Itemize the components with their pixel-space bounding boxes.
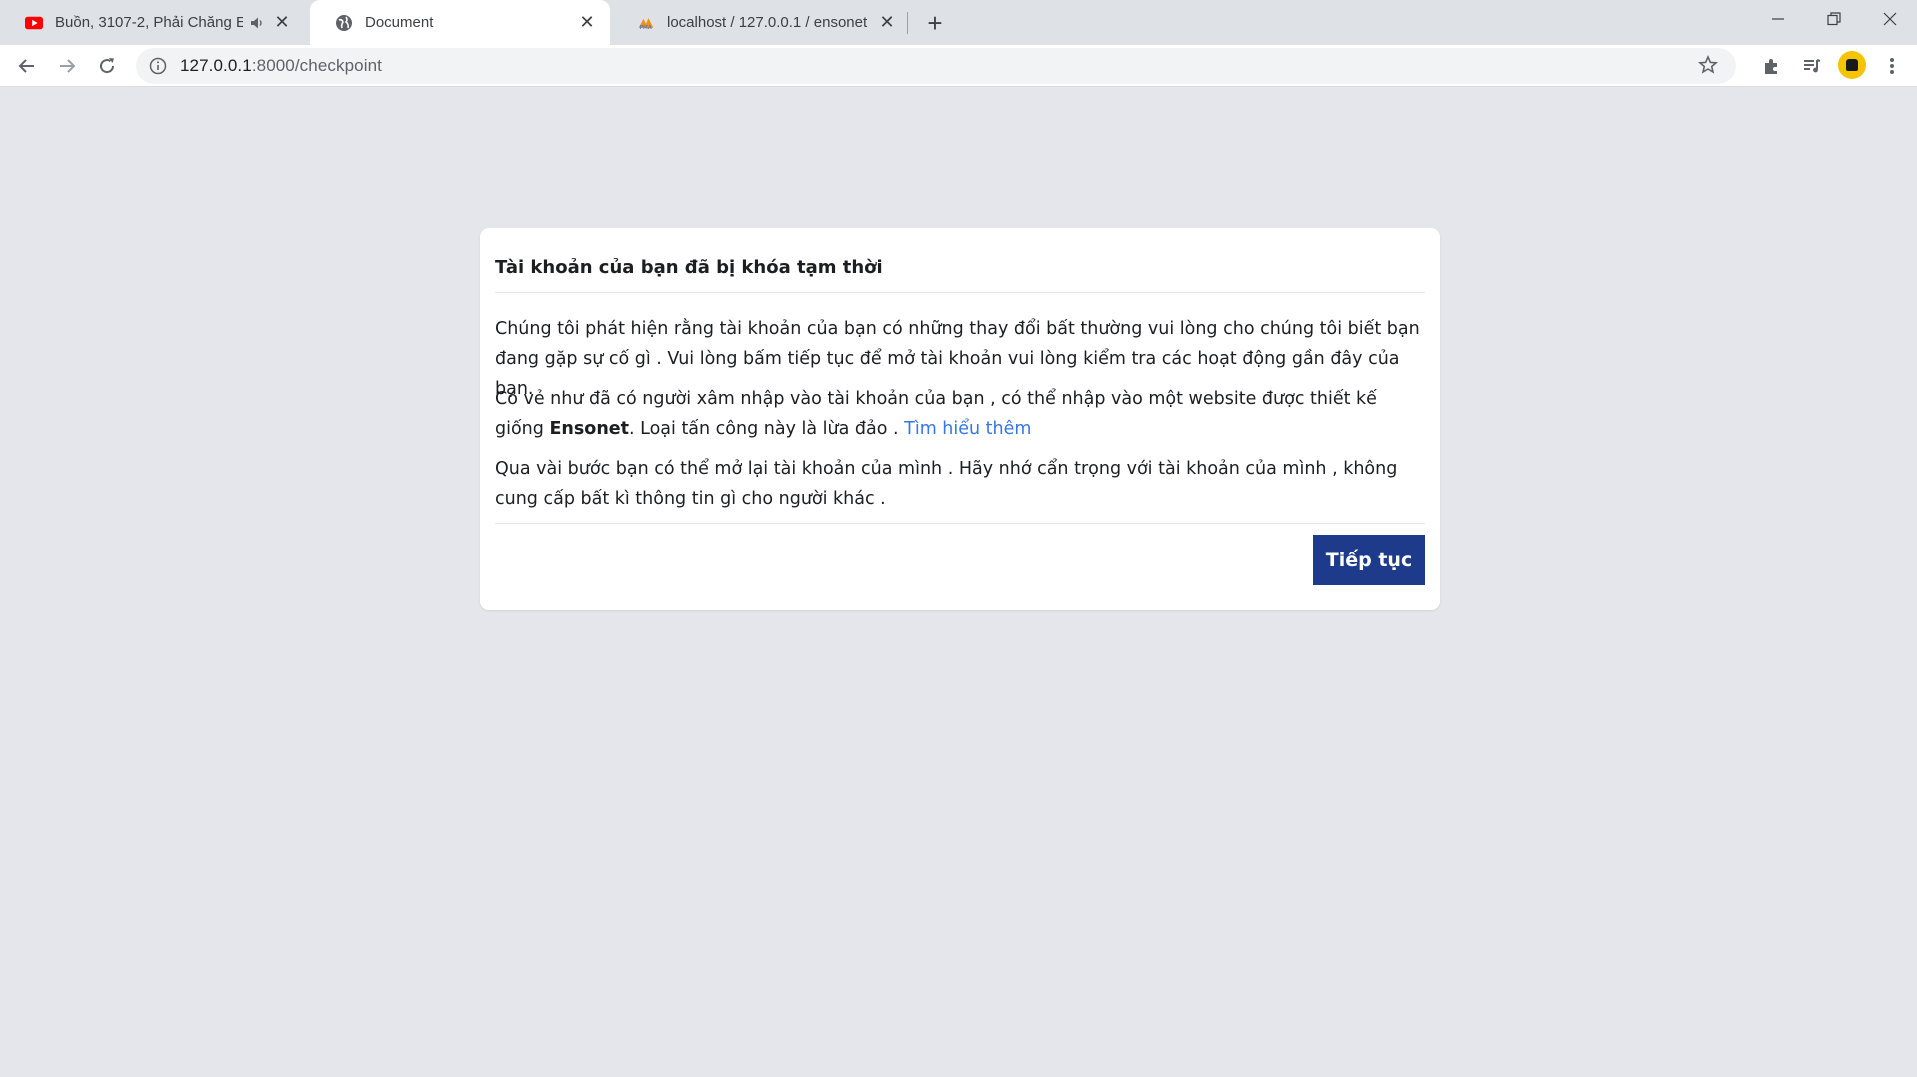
profile-avatar[interactable] <box>1838 51 1866 79</box>
close-icon[interactable]: ✕ <box>876 12 898 34</box>
forward-icon[interactable] <box>51 50 83 82</box>
card-title: Tài khoản của bạn đã bị khóa tạm thời <box>495 257 883 278</box>
checkpoint-card: Tài khoản của bạn đã bị khóa tạm thời Ch… <box>480 228 1440 610</box>
back-icon[interactable] <box>11 50 43 82</box>
tab-divider <box>907 12 908 34</box>
restore-icon[interactable] <box>1806 0 1862 38</box>
globe-icon <box>335 14 353 32</box>
address-bar[interactable]: 127.0.0.1:8000/checkpoint <box>136 48 1736 84</box>
continue-button[interactable]: Tiếp tục <box>1313 535 1425 585</box>
paragraph-recovery-advice: Qua vài bước bạn có thể mở lại tài khoản… <box>495 459 1398 509</box>
youtube-icon <box>25 14 43 32</box>
close-icon[interactable]: ✕ <box>271 12 293 34</box>
footer-divider <box>495 523 1425 524</box>
media-queue-icon[interactable] <box>1796 50 1828 82</box>
browser-toolbar: 127.0.0.1:8000/checkpoint <box>0 45 1917 87</box>
url-host: 127.0.0.1 <box>180 56 252 75</box>
reload-icon[interactable] <box>91 50 123 82</box>
tab-youtube[interactable]: Buồn, 3107-2, Phải Chăng Em ✕ <box>0 0 305 45</box>
minimize-icon[interactable] <box>1750 0 1806 38</box>
url-text[interactable]: 127.0.0.1:8000/checkpoint <box>180 56 382 76</box>
paragraph-phishing-warning: Có vẻ như đã có người xâm nhập vào tài k… <box>495 384 1430 444</box>
tab-phpmyadmin[interactable]: PMA localhost / 127.0.0.1 / ensonet / t … <box>612 0 910 45</box>
tab-title: Document <box>365 14 434 31</box>
tab-title: Buồn, 3107-2, Phải Chăng Em <box>55 14 243 31</box>
avatar-icon <box>1846 59 1858 71</box>
learn-more-link[interactable]: Tìm hiểu thêm <box>904 419 1031 439</box>
info-icon[interactable] <box>148 56 168 76</box>
phpmyadmin-icon: PMA <box>637 14 655 32</box>
tab-title: localhost / 127.0.0.1 / ensonet / t <box>667 14 870 31</box>
close-icon[interactable]: ✕ <box>576 12 598 34</box>
bookmark-star-icon[interactable] <box>1698 55 1718 81</box>
tab-document[interactable]: Document ✕ <box>310 0 610 45</box>
phishing-text-after: . Loại tấn công này là lừa đảo . <box>629 419 899 439</box>
title-divider <box>495 292 1425 293</box>
close-window-icon[interactable] <box>1862 0 1917 38</box>
new-tab-icon[interactable]: + <box>920 8 950 38</box>
brand-name: Ensonet <box>549 419 630 439</box>
svg-text:PMA: PMA <box>639 25 651 31</box>
extensions-puzzle-icon[interactable] <box>1756 50 1788 82</box>
speaker-icon[interactable] <box>249 15 265 31</box>
menu-kebab-icon[interactable] <box>1876 50 1908 82</box>
url-path: :8000/checkpoint <box>251 56 382 75</box>
tab-strip: Buồn, 3107-2, Phải Chăng Em ✕ Document ✕… <box>0 0 1917 45</box>
